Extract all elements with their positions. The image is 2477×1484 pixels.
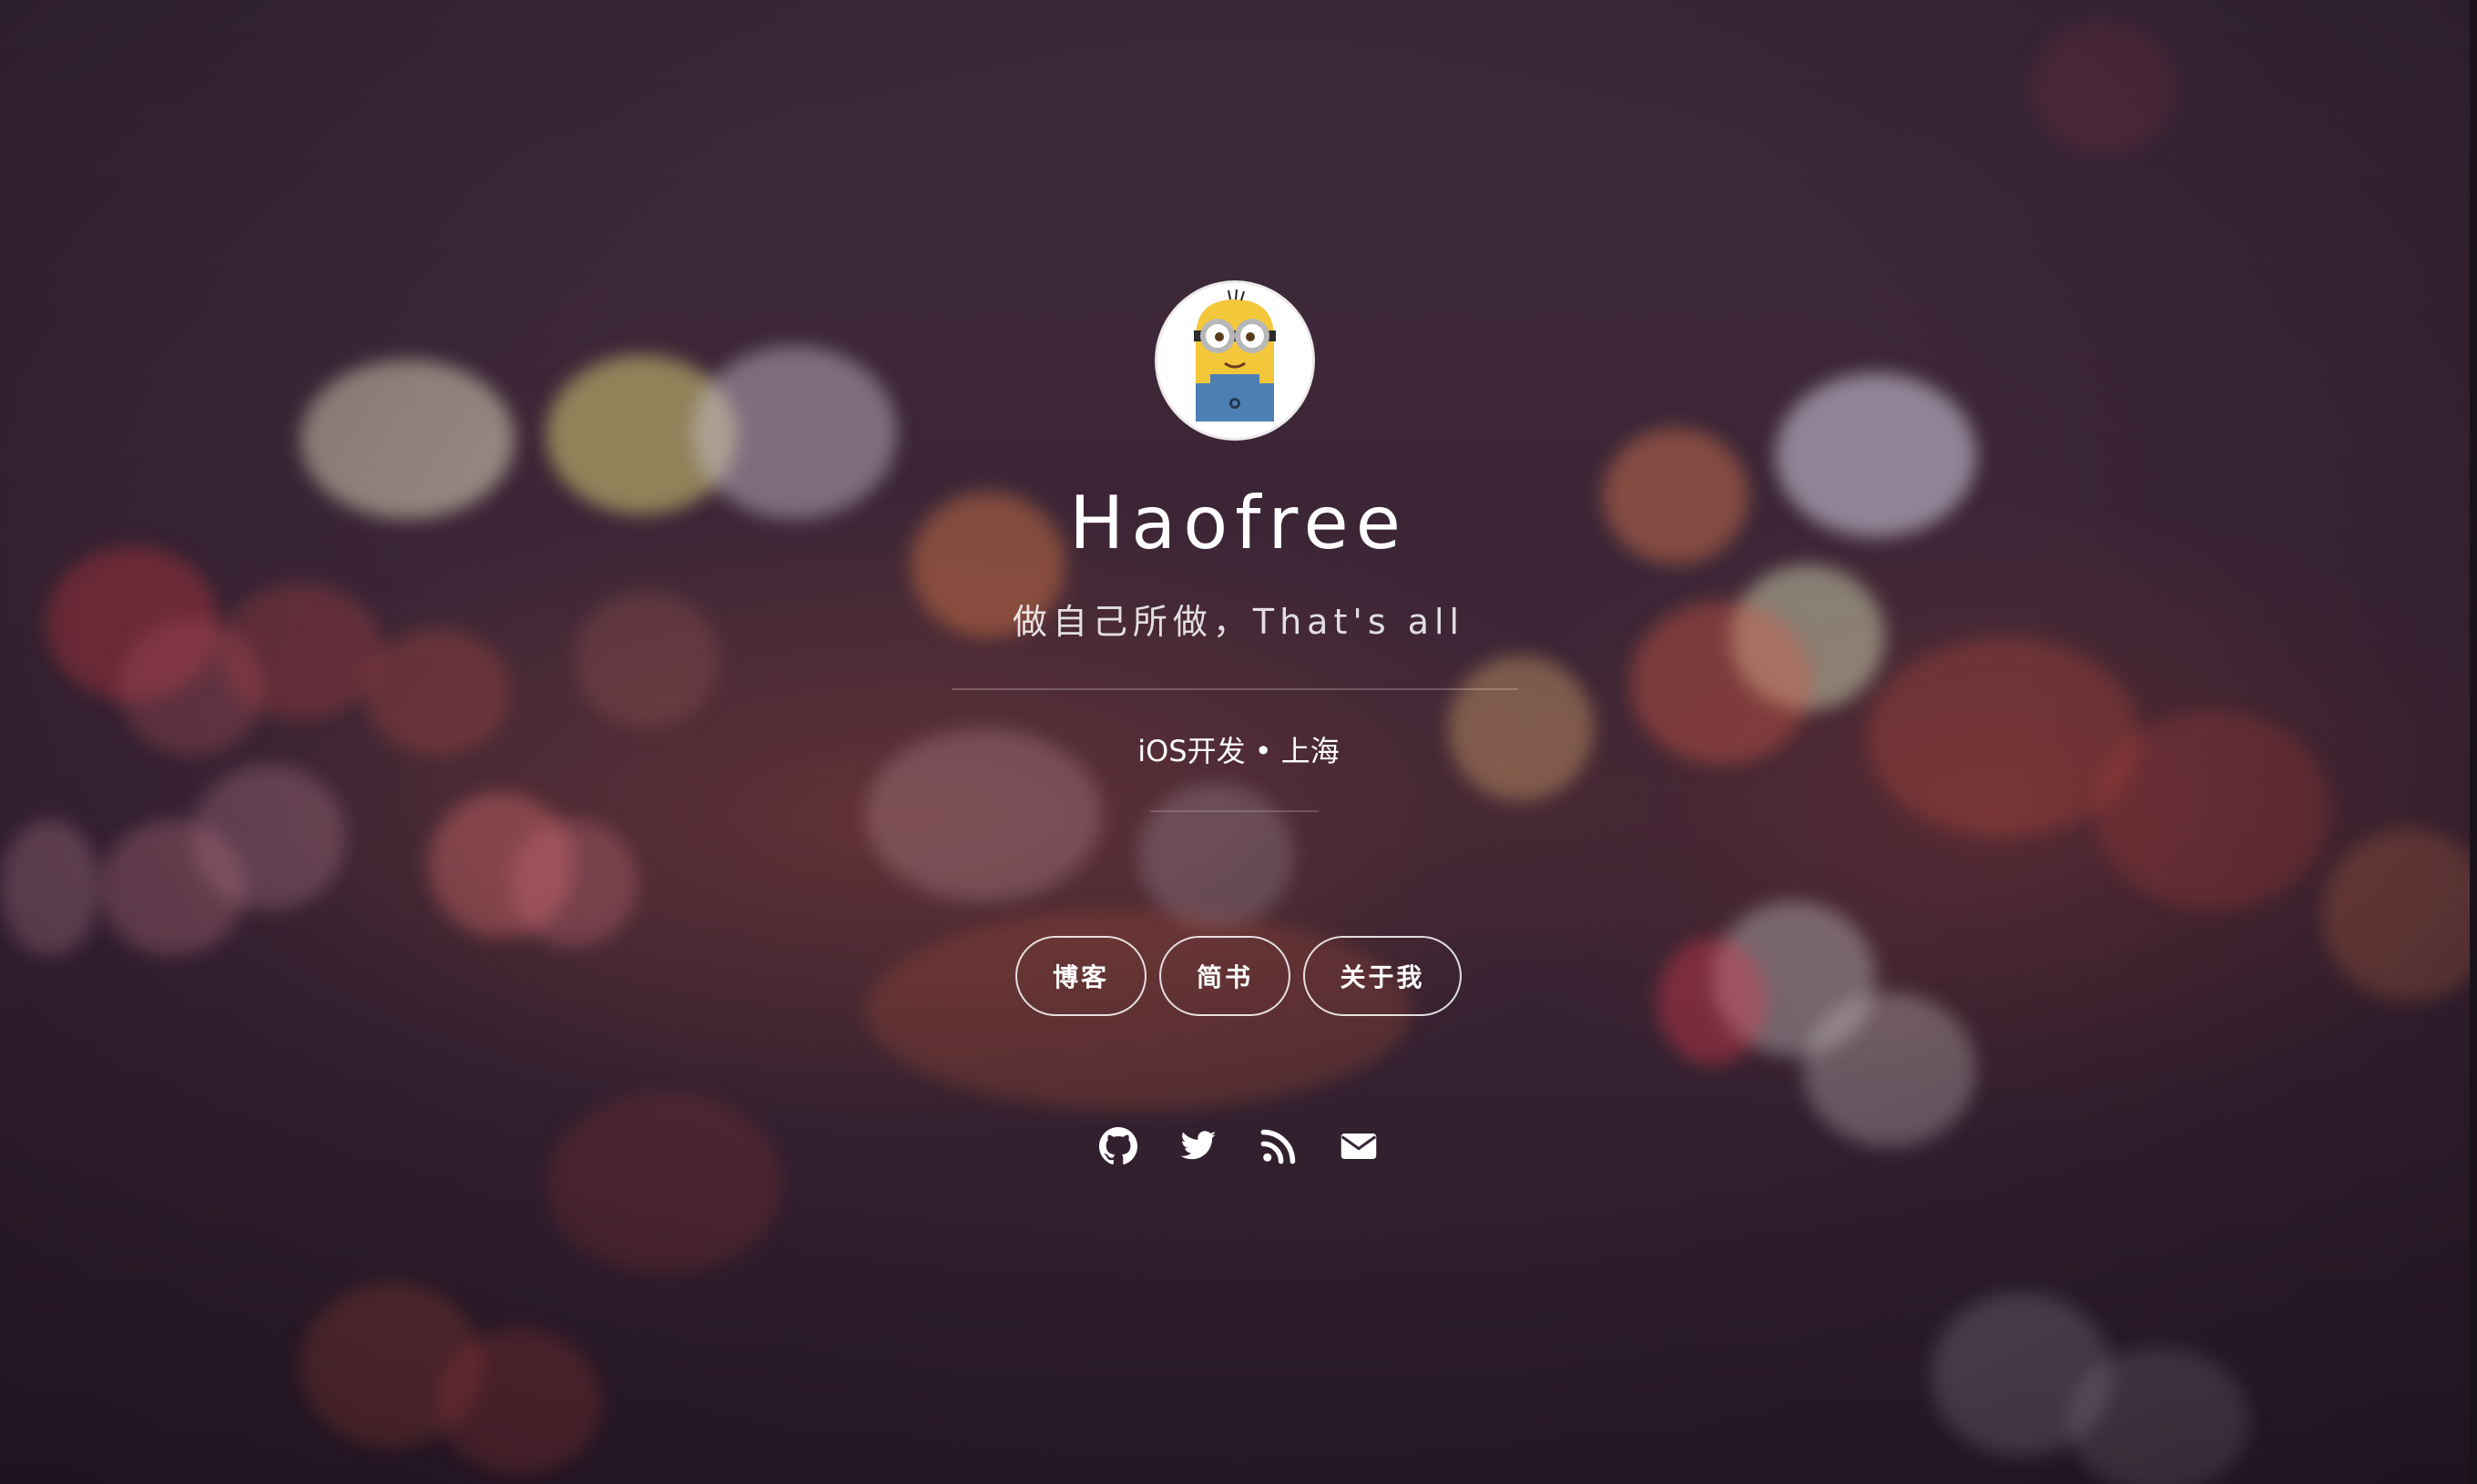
divider-short [1150,810,1319,812]
divider [952,688,1518,690]
rss-link[interactable] [1259,1127,1298,1165]
about-me-button[interactable]: 关于我 [1303,936,1462,1016]
email-link[interactable] [1340,1127,1378,1165]
minion-avatar-icon [1157,283,1312,438]
nav-buttons: 博客 简书 关于我 [0,936,2477,1016]
jianshu-button[interactable]: 简书 [1159,936,1290,1016]
github-icon [1099,1127,1137,1164]
avatar[interactable] [1157,283,1312,438]
blog-button[interactable]: 博客 [1015,936,1147,1016]
twitter-link[interactable] [1179,1127,1218,1165]
email-icon [1340,1133,1377,1159]
profile-section: Haofree 做自己所做，That's all iOS开发 • 上海 博客 简… [0,0,2477,1484]
tagline: 做自己所做，That's all [1012,602,1465,642]
github-link[interactable] [1099,1127,1137,1165]
subtitle: iOS开发 • 上海 [1137,734,1340,768]
twitter-icon [1180,1131,1217,1160]
social-links [0,1127,2477,1165]
site-title: Haofree [1069,481,1408,565]
rss-icon [1260,1129,1296,1164]
